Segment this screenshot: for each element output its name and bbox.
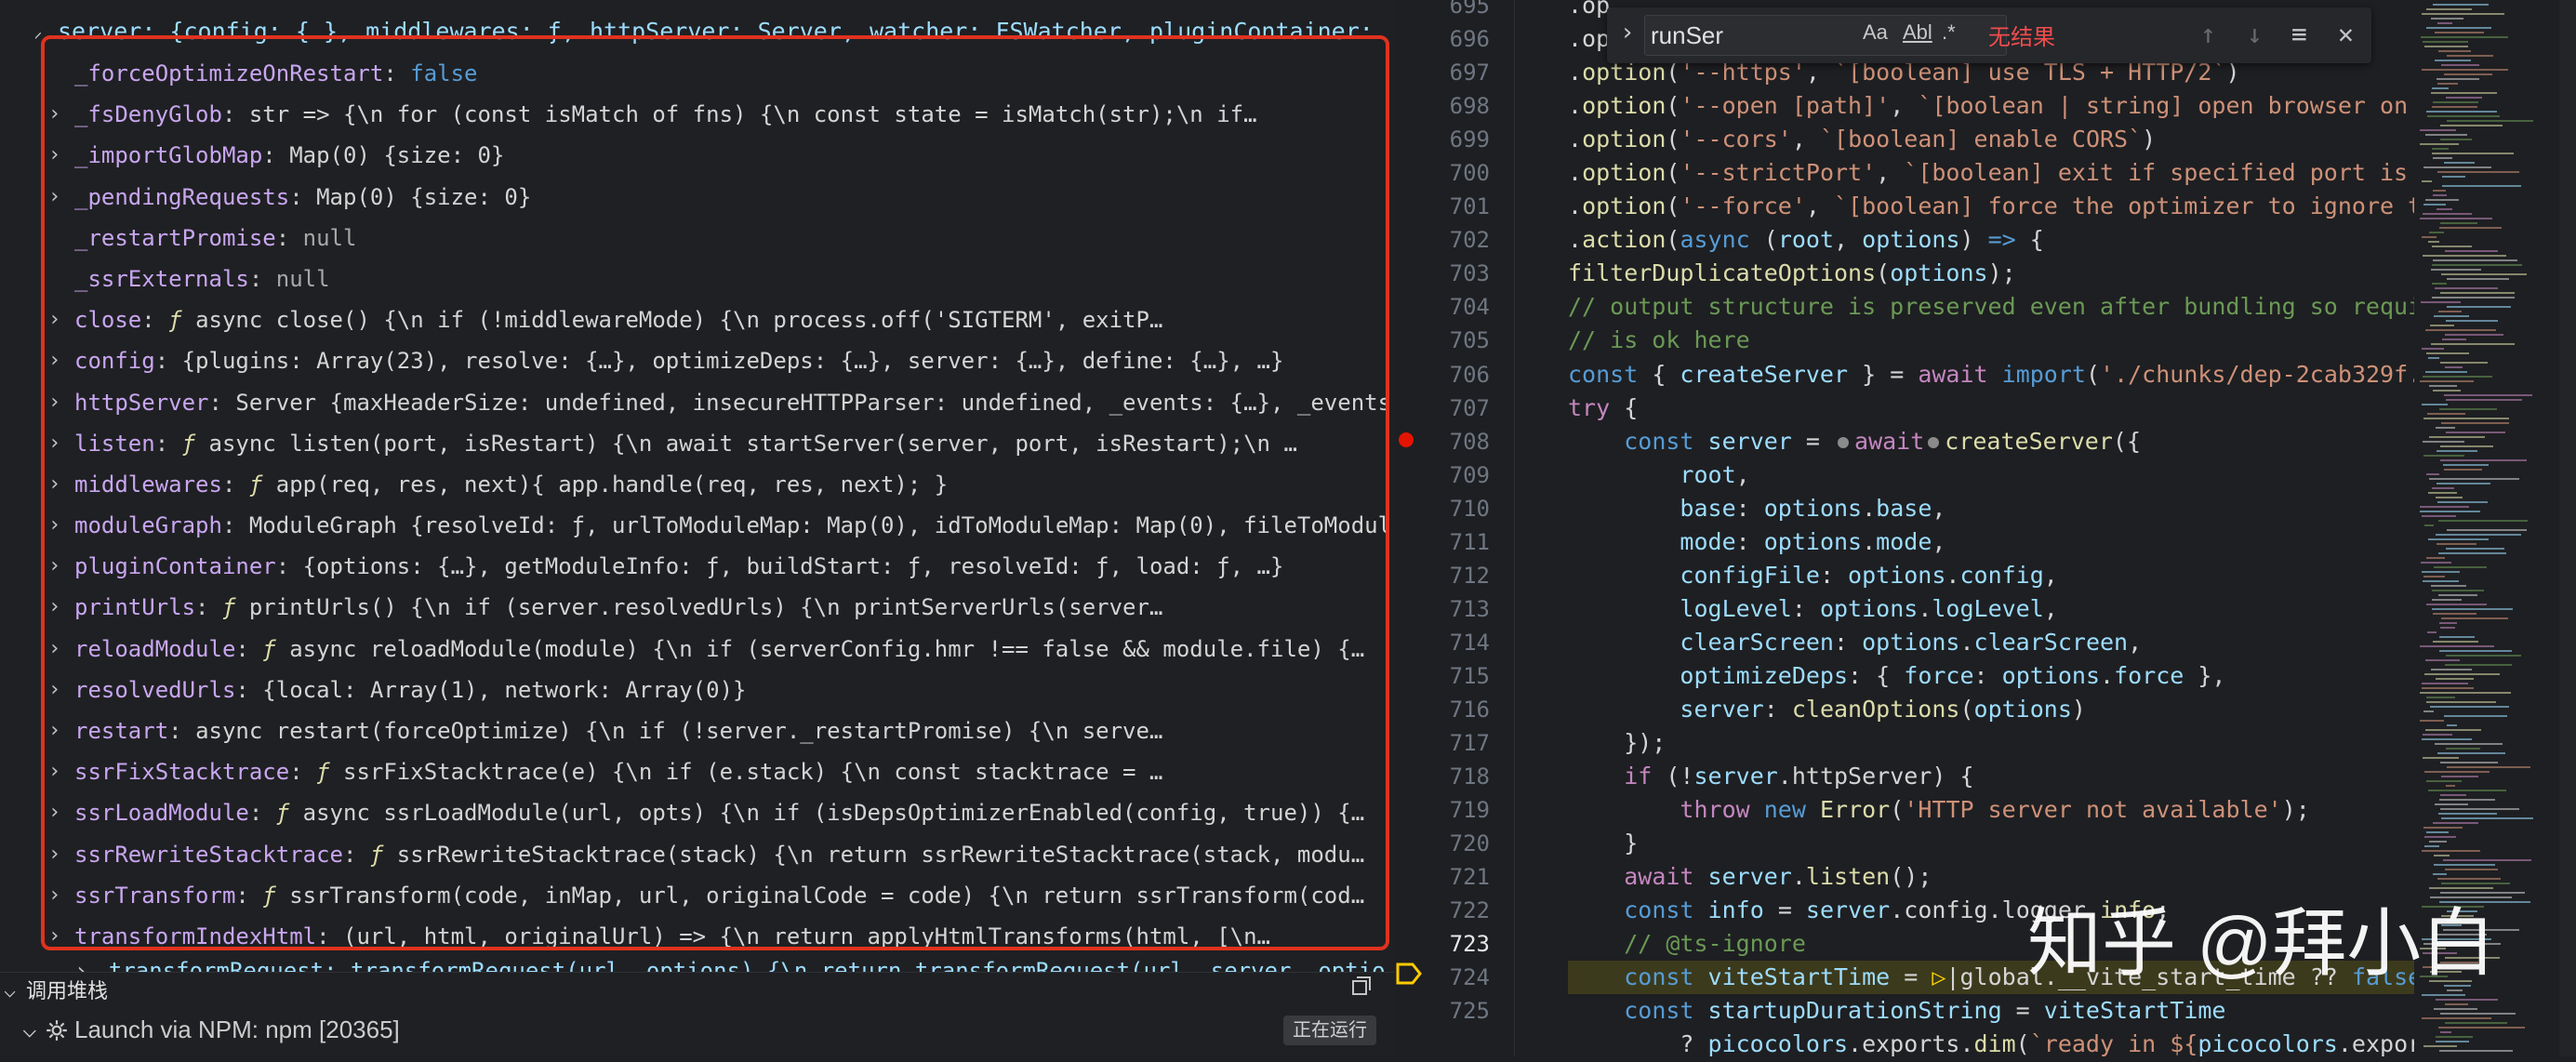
gutter-divider bbox=[1514, 0, 1515, 1056]
collapse-all-icon[interactable] bbox=[1350, 973, 1374, 1010]
line-number: 703 bbox=[1449, 260, 1490, 287]
line-number: 710 bbox=[1449, 495, 1490, 522]
line-number: 720 bbox=[1449, 830, 1490, 857]
line-number: 718 bbox=[1449, 763, 1490, 790]
breakpoint-icon[interactable] bbox=[1399, 432, 1414, 447]
line-number: 701 bbox=[1449, 193, 1490, 220]
line-number: 712 bbox=[1449, 562, 1490, 589]
regex-toggle[interactable]: .* bbox=[1942, 20, 1956, 45]
close-icon[interactable]: ✕ bbox=[2338, 19, 2354, 49]
find-in-selection-icon[interactable]: ≡ bbox=[2291, 19, 2307, 49]
debug-variables-panel: ⌵ server: {config: {…}, middlewares: ƒ, … bbox=[0, 0, 1395, 1056]
line-number: 705 bbox=[1449, 327, 1490, 354]
line-number: 711 bbox=[1449, 528, 1490, 555]
line-number: 713 bbox=[1449, 595, 1490, 622]
chevron-down-icon[interactable]: ⌵ bbox=[22, 1011, 37, 1048]
line-number: 725 bbox=[1449, 998, 1490, 1025]
line-number: 702 bbox=[1449, 227, 1490, 254]
watermark: 知乎 @拜小白 bbox=[2027, 902, 2496, 985]
call-stack-title: 调用堆栈 bbox=[26, 979, 109, 1002]
line-number: 696 bbox=[1449, 26, 1490, 53]
find-widget: › Aa Abl .* 无结果 ↑ ↓ ≡ ✕ bbox=[1607, 7, 2371, 63]
chevron-right-icon[interactable]: › bbox=[1620, 19, 1635, 46]
match-case-toggle[interactable]: Aa bbox=[1863, 20, 1888, 45]
line-number: 715 bbox=[1449, 662, 1490, 689]
line-number: 706 bbox=[1449, 361, 1490, 388]
line-number: 697 bbox=[1449, 60, 1490, 86]
line-number: 695 bbox=[1449, 0, 1490, 19]
find-result-text: 无结果 bbox=[1988, 25, 2055, 50]
gear-icon bbox=[45, 1011, 69, 1048]
whole-word-toggle[interactable]: Abl bbox=[1903, 20, 1932, 45]
line-number: 722 bbox=[1449, 897, 1490, 924]
line-number: 719 bbox=[1449, 797, 1490, 824]
line-number: 704 bbox=[1449, 294, 1490, 321]
line-number: 707 bbox=[1449, 394, 1490, 421]
minimap[interactable] bbox=[2416, 0, 2557, 1056]
line-number: 716 bbox=[1449, 696, 1490, 723]
line-number: 700 bbox=[1449, 160, 1490, 187]
execution-pointer-icon bbox=[1396, 962, 1422, 985]
previous-match-icon[interactable]: ↑ bbox=[2200, 19, 2216, 49]
line-number: 723 bbox=[1449, 931, 1490, 958]
call-stack-section-header[interactable]: ⌵ 调用堆栈 bbox=[0, 972, 1395, 1010]
editor-scrollbar[interactable] bbox=[2559, 0, 2576, 1056]
line-number: 699 bbox=[1449, 126, 1490, 153]
line-number: 717 bbox=[1449, 730, 1490, 757]
line-number: 714 bbox=[1449, 629, 1490, 656]
line-number: 709 bbox=[1449, 461, 1490, 488]
line-number: 721 bbox=[1449, 864, 1490, 891]
next-match-icon[interactable]: ↓ bbox=[2247, 19, 2263, 49]
annotation-highlight-box bbox=[41, 35, 1389, 950]
launch-label: Launch via NPM: npm [20365] bbox=[74, 1016, 400, 1043]
line-number: 698 bbox=[1449, 93, 1490, 120]
launch-session-row[interactable]: ⌵ Launch via NPM: npm [20365] bbox=[0, 1011, 1395, 1048]
line-number-gutter: 695 696 697 698 699 700 701 702 703 704 705 706 707 7… bbox=[1395, 0, 1497, 1028]
status-badge: 正在运行 bbox=[1283, 1016, 1376, 1045]
chevron-down-icon[interactable]: ⌵ bbox=[4, 973, 16, 1010]
